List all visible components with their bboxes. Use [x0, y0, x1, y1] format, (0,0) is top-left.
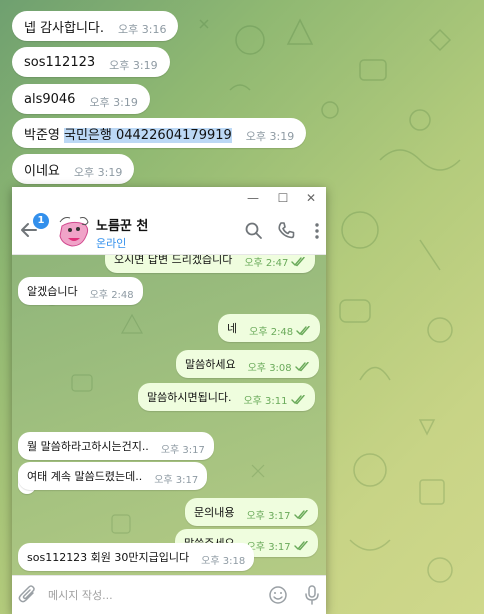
emoji-icon[interactable] [268, 585, 288, 605]
double-check-icon [296, 325, 310, 335]
message-bubble[interactable]: 박준영 국민은행 04422604179919 오후 3:19 [12, 118, 307, 148]
message-time: 오후 3:19 [73, 166, 123, 179]
avatar-image [54, 212, 94, 252]
message-list[interactable]: 오시면 답변 드리겠습니다 오후 2:47 알겠습니다 오후 2:48 네 오후… [12, 255, 326, 575]
message-bubble-incoming[interactable]: 뭘 말씀하라고하시는건지.. 오후 3:17 [18, 432, 214, 460]
message-time: 오후 3:19 [245, 130, 295, 143]
message-bubble-outgoing[interactable]: 네 오후 2:48 [218, 314, 321, 342]
phone-icon[interactable] [276, 221, 296, 241]
chat-header: 1 노름꾼 천 온라인 [12, 209, 326, 255]
contact-status: 온라인 [96, 237, 127, 250]
double-check-icon [291, 256, 306, 266]
message-time: 오후 3:16 [118, 23, 167, 36]
message-bubble[interactable]: sos112123 오후 3:19 [12, 47, 170, 77]
message-text: als9046 [24, 91, 76, 107]
highlighted-text-selection[interactable]: 국민은행 04422604179919 [64, 127, 232, 143]
contact-name: 노름꾼 천 [96, 219, 149, 234]
message-text: 문의내용 [194, 506, 235, 519]
message-bubble[interactable]: 이네요 오후 3:19 [12, 154, 135, 184]
message-time: 오후 3:19 [109, 59, 158, 72]
message-text: 네 [227, 322, 238, 335]
message-bubble[interactable]: 넵 감사합니다. 오후 3:16 [12, 11, 179, 41]
message-text: 여태 계속 말씀드렸는데.. [27, 470, 143, 483]
message-time: 오후 3:17 [154, 475, 199, 486]
unread-badge: 1 [33, 213, 49, 229]
message-text-prefix: 박준영 [24, 127, 65, 143]
message-bubble-outgoing[interactable]: 문의내용 오후 3:17 [185, 498, 318, 526]
double-check-icon [290, 394, 305, 404]
chat-window: — ☐ ✕ 1 노름꾼 천 온라인 오시면 답변 드리겠습니다 오후 2:47 … [12, 187, 326, 614]
message-bubble-outgoing[interactable]: 말씀하세요 오후 3:08 [176, 350, 319, 378]
message-text: 말씀하시면됩니다. [147, 391, 232, 404]
message-text: 넵 감사합니다. [24, 20, 105, 36]
message-bubble-incoming[interactable]: sos112123 회원 30만지급입니다 오후 3:18 [18, 543, 255, 571]
message-time: 오후 2:47 [244, 258, 289, 269]
message-text: 말씀하세요 [185, 358, 236, 371]
close-button[interactable]: ✕ [296, 187, 326, 209]
message-text: 뭘 말씀하라고하시는건지.. [27, 440, 149, 453]
message-text: 오시면 답변 드리겠습니다 [114, 255, 233, 266]
maximize-button[interactable]: ☐ [268, 187, 298, 209]
message-time: 오후 3:08 [247, 363, 292, 374]
message-time: 오후 3:17 [160, 445, 205, 456]
message-input[interactable] [48, 585, 248, 605]
paperclip-icon[interactable] [18, 584, 38, 606]
microphone-icon[interactable] [302, 584, 322, 606]
search-icon[interactable] [244, 221, 264, 241]
message-bubble[interactable]: als9046 오후 3:19 [12, 84, 150, 114]
avatar[interactable] [54, 212, 94, 252]
message-time: 오후 2:48 [89, 290, 134, 301]
message-text: 박준영 국민은행 04422604179919 [24, 124, 232, 143]
message-time: 오후 3:17 [246, 511, 291, 522]
message-time: 오후 3:18 [201, 556, 246, 567]
message-bubble-incoming[interactable]: 알겠습니다 오후 2:48 [18, 277, 143, 305]
message-time: 오후 3:19 [89, 96, 138, 109]
message-bubble-outgoing[interactable]: 말씀하시면됩니다. 오후 3:11 [138, 383, 315, 411]
message-text: 알겠습니다 [27, 285, 78, 298]
double-check-icon [293, 540, 308, 550]
message-time: 오후 2:48 [249, 327, 294, 338]
message-text: 이네요 [24, 163, 60, 179]
window-titlebar[interactable]: — ☐ ✕ [12, 187, 326, 209]
more-vertical-icon[interactable] [307, 221, 326, 241]
double-check-icon [293, 509, 308, 519]
message-bubble-outgoing[interactable]: 오시면 답변 드리겠습니다 오후 2:47 [105, 255, 316, 273]
minimize-button[interactable]: — [238, 187, 268, 209]
message-text: sos112123 [24, 54, 96, 70]
message-text: sos112123 회원 30만지급입니다 [27, 551, 190, 564]
message-bubble-incoming[interactable]: 여태 계속 말씀드렸는데.. 오후 3:17 [18, 462, 208, 490]
message-time: 오후 3:11 [243, 396, 288, 407]
message-composer [12, 575, 326, 614]
double-check-icon [294, 361, 309, 371]
